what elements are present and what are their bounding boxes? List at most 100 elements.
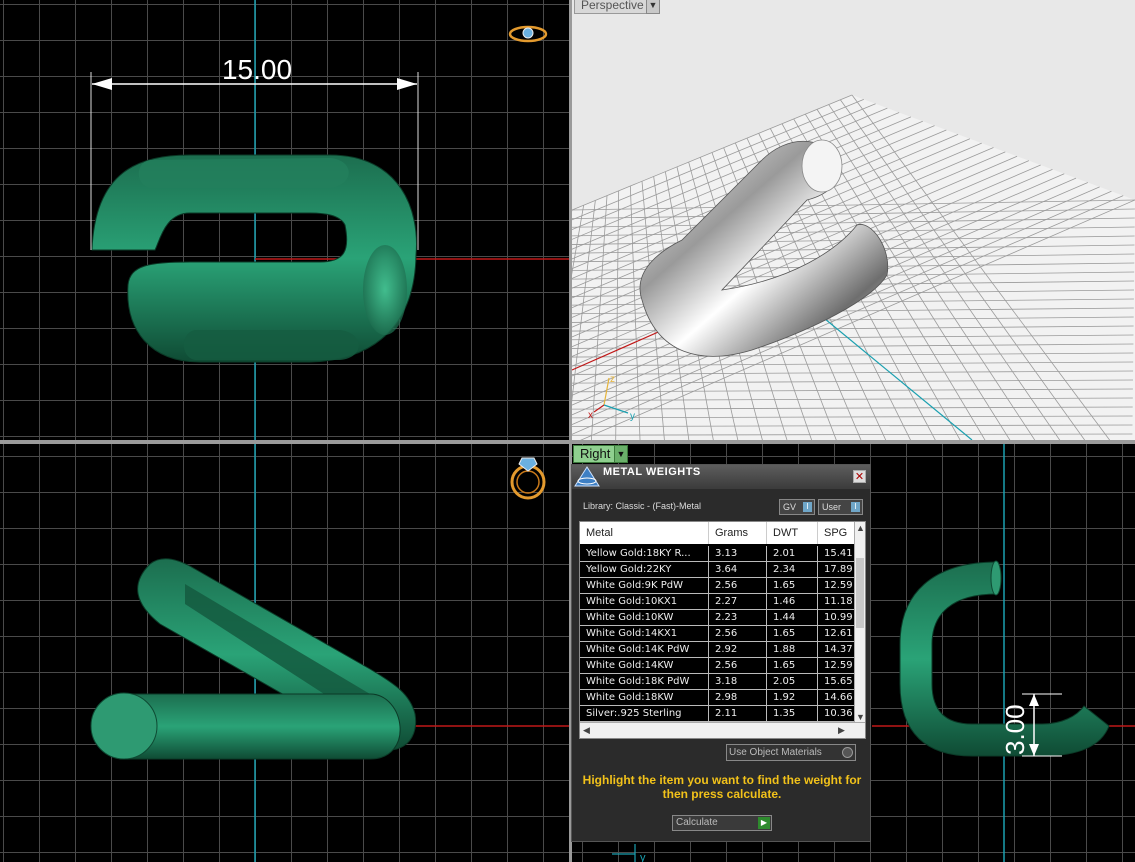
right-view-dropdown-icon[interactable]: ▼ bbox=[614, 445, 628, 463]
horizontal-scrollbar[interactable]: ◀ ▶ bbox=[580, 722, 865, 738]
ring-icon bbox=[508, 25, 548, 43]
gv-library-toggle[interactable]: GV I bbox=[779, 499, 815, 515]
perspective-dropdown-icon[interactable]: ▼ bbox=[646, 0, 660, 14]
gemvision-logo-icon bbox=[574, 466, 600, 487]
perspective-view-canvas: z x y bbox=[572, 94, 1135, 440]
spg-cell: 12.59 bbox=[818, 578, 858, 594]
dwt-cell: 1.46 bbox=[767, 594, 818, 610]
panel-title-bar[interactable]: METAL WEIGHTS ✕ bbox=[572, 465, 870, 489]
use-object-materials-label: Use Object Materials bbox=[729, 747, 822, 758]
metal-name-cell: White Gold:18KW bbox=[580, 690, 709, 706]
spg-cell: 15.41 bbox=[818, 546, 858, 562]
calculate-label: Calculate bbox=[676, 817, 718, 828]
front-view-canvas bbox=[90, 444, 569, 862]
metal-name-cell: White Gold:18K PdW bbox=[580, 674, 709, 690]
grams-cell: 2.56 bbox=[709, 578, 767, 594]
spg-cell: 15.65 bbox=[818, 674, 858, 690]
gv-label: GV bbox=[783, 502, 797, 512]
gv-toggle-icon: I bbox=[803, 502, 812, 512]
right-axis-y-label: y bbox=[640, 852, 646, 862]
axis-y-label: y bbox=[630, 411, 635, 422]
spg-cell: 12.59 bbox=[818, 658, 858, 674]
table-row[interactable]: White Gold:10KX1 2.27 1.46 11.18 bbox=[580, 594, 858, 610]
top-dimension-label: 15.00 bbox=[222, 54, 292, 85]
axis-x-label: x bbox=[588, 410, 593, 421]
column-header-dwt[interactable]: DWT bbox=[767, 522, 818, 544]
grams-cell: 3.13 bbox=[709, 546, 767, 562]
close-icon[interactable]: ✕ bbox=[853, 470, 866, 483]
panel-title: METAL WEIGHTS bbox=[603, 466, 701, 478]
column-header-grams[interactable]: Grams bbox=[709, 522, 767, 544]
grams-cell: 2.23 bbox=[709, 610, 767, 626]
axis-z-label: z bbox=[610, 374, 615, 385]
user-label: User bbox=[822, 502, 842, 512]
dwt-cell: 1.65 bbox=[767, 626, 818, 642]
spg-cell: 14.37 bbox=[818, 642, 858, 658]
dwt-cell: 2.34 bbox=[767, 562, 818, 578]
library-label: Library: Classic - (Fast)-Metal bbox=[583, 501, 702, 511]
metal-name-cell: White Gold:14K PdW bbox=[580, 642, 709, 658]
dwt-cell: 1.65 bbox=[767, 578, 818, 594]
viewport-divider-horizontal[interactable] bbox=[0, 440, 1135, 444]
metal-name-cell: White Gold:14KW bbox=[580, 658, 709, 674]
spg-cell: 14.66 bbox=[818, 690, 858, 706]
metal-name-cell: Yellow Gold:22KY bbox=[580, 562, 709, 578]
perspective-viewport[interactable]: z x y bbox=[572, 0, 1135, 440]
scroll-down-icon[interactable]: ▼ bbox=[856, 712, 865, 722]
calculate-button[interactable]: Calculate ▶ bbox=[672, 815, 772, 831]
column-header-spg[interactable]: SPG bbox=[818, 522, 858, 544]
table-row[interactable]: Yellow Gold:18KY R... 3.13 2.01 15.41 bbox=[580, 546, 858, 562]
play-icon: ▶ bbox=[758, 817, 770, 829]
instruction-text: Highlight the item you want to find the … bbox=[582, 773, 862, 801]
front-viewport[interactable] bbox=[0, 444, 569, 862]
ring-side-icon bbox=[510, 457, 546, 500]
scroll-right-icon[interactable]: ▶ bbox=[838, 725, 845, 736]
user-toggle-icon: I bbox=[851, 502, 860, 512]
spg-cell: 10.99 bbox=[818, 610, 858, 626]
grams-cell: 2.56 bbox=[709, 658, 767, 674]
metal-name-cell: White Gold:10KX1 bbox=[580, 594, 709, 610]
top-viewport[interactable]: 15.00 bbox=[0, 0, 569, 440]
dwt-cell: 2.01 bbox=[767, 546, 818, 562]
grams-cell: 2.27 bbox=[709, 594, 767, 610]
metal-table[interactable]: Metal Grams DWT SPG Yellow Gold:18KY R..… bbox=[579, 521, 866, 739]
use-object-materials-radio[interactable] bbox=[842, 747, 853, 758]
column-header-metal[interactable]: Metal bbox=[580, 522, 709, 544]
table-row[interactable]: White Gold:14K PdW 2.92 1.88 14.37 bbox=[580, 642, 858, 658]
table-row[interactable]: Silver:.925 Sterling 2.11 1.35 10.36 bbox=[580, 706, 858, 722]
metal-weights-panel: METAL WEIGHTS ✕ Library: Classic - (Fast… bbox=[571, 464, 871, 842]
table-header: Metal Grams DWT SPG bbox=[580, 522, 858, 544]
grams-cell: 2.11 bbox=[709, 706, 767, 722]
dwt-cell: 1.35 bbox=[767, 706, 818, 722]
scroll-up-icon[interactable]: ▲ bbox=[856, 523, 865, 533]
dwt-cell: 1.92 bbox=[767, 690, 818, 706]
table-row[interactable]: Yellow Gold:22KY 3.64 2.34 17.89 bbox=[580, 562, 858, 578]
top-view-canvas: 15.00 bbox=[90, 0, 569, 440]
right-dimension-label: 3.00 bbox=[1000, 704, 1030, 755]
metal-name-cell: White Gold:10KW bbox=[580, 610, 709, 626]
vertical-scroll-thumb[interactable] bbox=[856, 558, 864, 628]
table-row[interactable]: White Gold:14KX1 2.56 1.65 12.61 bbox=[580, 626, 858, 642]
table-row[interactable]: White Gold:18KW 2.98 1.92 14.66 bbox=[580, 690, 858, 706]
grams-cell: 2.98 bbox=[709, 690, 767, 706]
vertical-scrollbar[interactable]: ▲ ▼ bbox=[854, 522, 865, 723]
metal-name-cell: Silver:.925 Sterling bbox=[580, 706, 709, 722]
grams-cell: 2.56 bbox=[709, 626, 767, 642]
spg-cell: 10.36 bbox=[818, 706, 858, 722]
table-row[interactable]: White Gold:10KW 2.23 1.44 10.99 bbox=[580, 610, 858, 626]
grams-cell: 3.18 bbox=[709, 674, 767, 690]
metal-name-cell: Yellow Gold:18KY R... bbox=[580, 546, 709, 562]
dwt-cell: 2.05 bbox=[767, 674, 818, 690]
metal-name-cell: White Gold:14KX1 bbox=[580, 626, 709, 642]
spg-cell: 12.61 bbox=[818, 626, 858, 642]
table-row[interactable]: White Gold:14KW 2.56 1.65 12.59 bbox=[580, 658, 858, 674]
use-object-materials-option[interactable]: Use Object Materials bbox=[726, 744, 856, 761]
dwt-cell: 1.44 bbox=[767, 610, 818, 626]
table-row[interactable]: White Gold:9K PdW 2.56 1.65 12.59 bbox=[580, 578, 858, 594]
table-row[interactable]: White Gold:18K PdW 3.18 2.05 15.65 bbox=[580, 674, 858, 690]
spg-cell: 11.18 bbox=[818, 594, 858, 610]
dwt-cell: 1.65 bbox=[767, 658, 818, 674]
spg-cell: 17.89 bbox=[818, 562, 858, 578]
scroll-left-icon[interactable]: ◀ bbox=[583, 725, 590, 736]
user-library-toggle[interactable]: User I bbox=[818, 499, 863, 515]
